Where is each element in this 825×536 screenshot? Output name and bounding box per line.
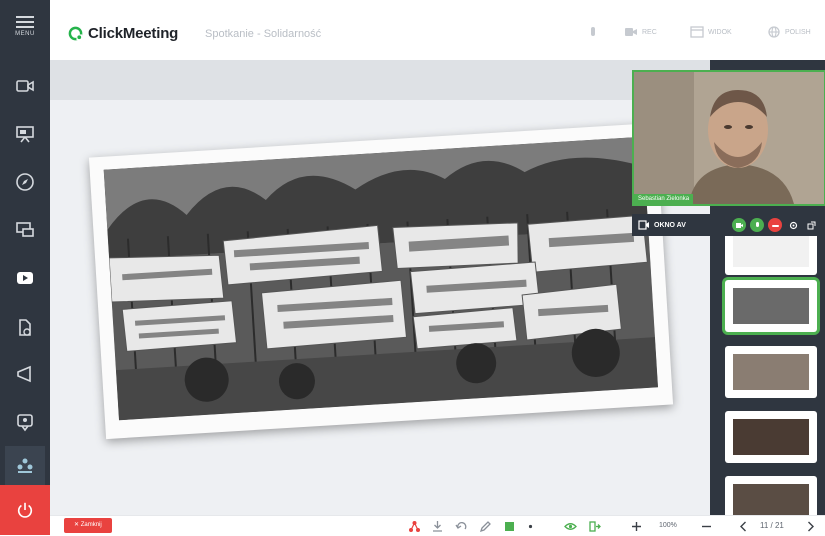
webcam-controls: OKNO AV (632, 214, 822, 236)
presenter-name-tag: Sebastian Zielonka (634, 194, 694, 204)
presenter-name: Sebastian Zielonka (638, 196, 690, 202)
webcam-icon[interactable] (13, 74, 37, 98)
share-slides-icon[interactable] (406, 518, 422, 534)
files-icon[interactable] (13, 316, 37, 340)
slide-thumbnail[interactable] (725, 411, 817, 463)
popout-icon[interactable] (804, 218, 818, 232)
presentation-slide[interactable] (88, 122, 674, 440)
menu-button[interactable]: MENU (0, 16, 50, 37)
leave-button[interactable] (0, 485, 50, 535)
sync-slide-icon[interactable] (586, 518, 602, 534)
hand-icon[interactable] (586, 26, 604, 38)
slide-thumbnail-selected[interactable] (725, 280, 817, 332)
record-icon (625, 28, 637, 36)
presentation-icon[interactable] (13, 122, 37, 146)
top-bar: ClickMeeting Spotkanie - Solidarność REC… (50, 0, 825, 61)
poll-icon[interactable] (13, 410, 37, 434)
record-label: REC (642, 28, 657, 36)
globe-icon (768, 26, 780, 38)
language-button[interactable]: POLISH (767, 26, 811, 38)
meeting-title: Spotkanie - Solidarność (205, 28, 322, 40)
visibility-eye-icon[interactable] (562, 518, 578, 534)
hangup-icon[interactable] (768, 218, 782, 232)
slide-page-counter: 11 / 21 (760, 521, 784, 530)
next-slide-icon[interactable] (802, 518, 818, 534)
color-swatch-icon[interactable] (501, 518, 517, 534)
megaphone-icon[interactable] (13, 362, 37, 386)
zoom-level: 100% (659, 522, 677, 529)
pen-icon[interactable] (477, 518, 493, 534)
undo-icon[interactable] (453, 518, 469, 534)
zoom-in-icon[interactable] (628, 518, 644, 534)
zoom-out-icon[interactable] (698, 518, 714, 534)
av-window-icon (638, 220, 649, 230)
clickmeeting-logo: ClickMeeting (68, 25, 178, 42)
screen-share-icon[interactable] (13, 218, 37, 242)
menu-label: MENU (15, 31, 35, 37)
bottom-toolbar: ✕ Zamknij 100% 11 / 21 (50, 515, 825, 536)
language-label: POLISH (785, 28, 811, 36)
brush-size-icon[interactable] (522, 518, 538, 534)
youtube-icon[interactable] (13, 266, 37, 290)
power-icon (17, 502, 33, 518)
slide-photo (103, 136, 659, 421)
settings-gear-icon[interactable] (786, 218, 800, 232)
microphone-toggle-icon[interactable] (750, 218, 764, 232)
record-button[interactable]: REC (624, 26, 657, 38)
attendees-icon[interactable] (5, 446, 45, 486)
presenter-webcam[interactable]: Sebastian Zielonka (632, 70, 825, 206)
stage-header-band (50, 60, 710, 100)
download-icon[interactable] (429, 518, 445, 534)
camera-toggle-icon[interactable] (732, 218, 746, 232)
av-window-label: OKNO AV (654, 221, 686, 229)
layout-icon (690, 26, 704, 38)
left-sidebar: MENU (0, 0, 50, 535)
slide-thumbnail[interactable] (725, 346, 817, 398)
logo-text: ClickMeeting (88, 25, 179, 42)
av-window-button[interactable]: OKNO AV (638, 220, 686, 230)
close-presentation-button[interactable]: ✕ Zamknij (64, 518, 112, 533)
logo-icon (68, 26, 83, 41)
previous-slide-icon[interactable] (735, 518, 751, 534)
view-mode-label: WIDOK (708, 28, 732, 36)
view-mode-button[interactable]: WIDOK (690, 26, 732, 38)
compass-icon[interactable] (13, 170, 37, 194)
hamburger-icon (16, 16, 34, 28)
